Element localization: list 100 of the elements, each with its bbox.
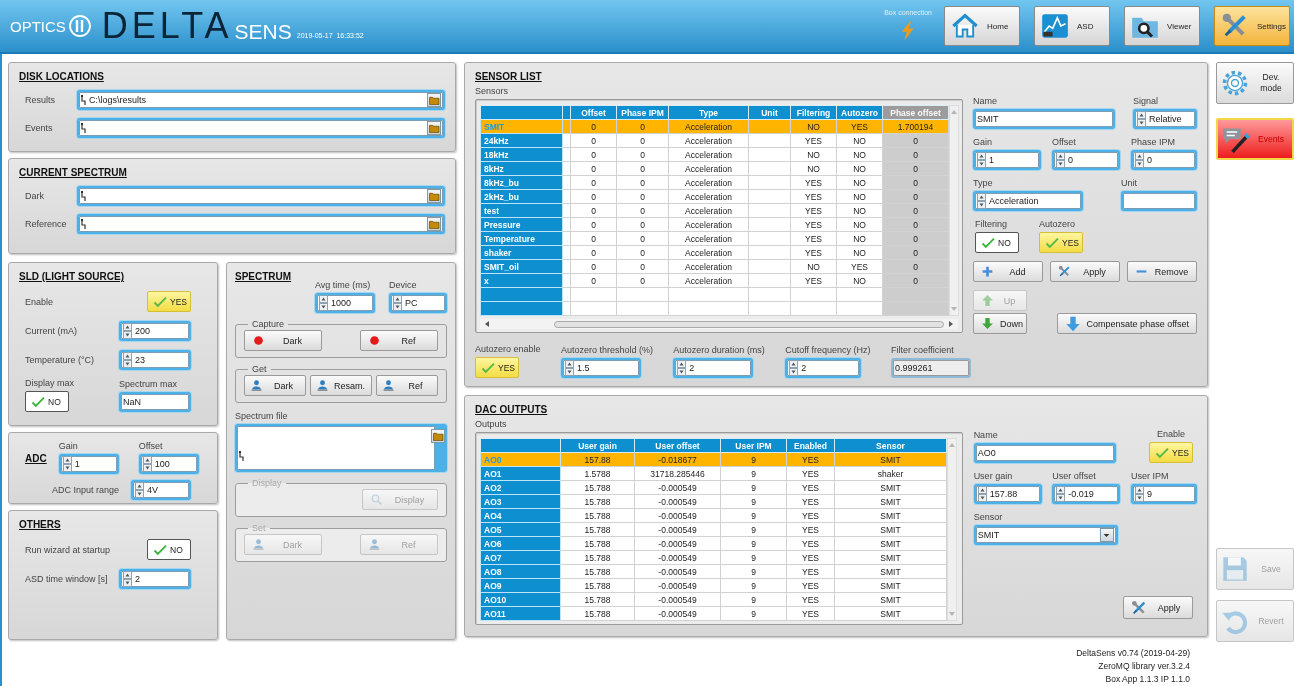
capture-button[interactable]: Dark — [244, 330, 322, 351]
table-row[interactable]: SMIT_oil 0 0 Acceleration NO YES 0 — [480, 259, 949, 274]
number-field[interactable]: 157.88 — [973, 484, 1042, 504]
number-field[interactable]: 1 — [58, 454, 119, 474]
number-field[interactable]: 2 — [119, 569, 191, 589]
spinner-buttons[interactable] — [123, 571, 132, 587]
dropdown-field[interactable]: SMIT — [973, 525, 1118, 545]
horizontal-scrollbar[interactable] — [480, 319, 958, 329]
get-button[interactable]: Ref — [376, 375, 438, 396]
settings-button[interactable]: Settings — [1214, 6, 1290, 46]
scroll-left-icon[interactable] — [484, 320, 490, 328]
number-field[interactable]: Relative — [1133, 109, 1197, 129]
number-field[interactable]: 4V — [131, 480, 191, 500]
table-row[interactable]: 2kHz_bu 0 0 Acceleration YES NO 0 — [480, 189, 949, 204]
number-field[interactable]: 0 — [1131, 150, 1197, 170]
apply-button[interactable]: Apply — [1123, 596, 1193, 619]
number-field[interactable]: -0.019 — [1052, 484, 1121, 504]
number-field[interactable]: 1000 — [315, 293, 375, 313]
text-field[interactable]: SMIT — [973, 109, 1115, 129]
table-row[interactable]: AO3 15.788 -0.000549 9 YES SMIT — [480, 494, 947, 509]
path-field[interactable] — [77, 214, 445, 234]
number-field[interactable]: Acceleration — [973, 191, 1083, 211]
number-field[interactable]: 23 — [119, 350, 191, 370]
down-button[interactable]: Down — [973, 313, 1027, 334]
apply-button[interactable]: Apply — [1050, 261, 1120, 282]
spinner-buttons[interactable] — [789, 360, 799, 376]
remove-button[interactable]: Remove — [1127, 261, 1197, 282]
table-row[interactable]: test 0 0 Acceleration YES NO 0 — [480, 203, 949, 218]
table-row[interactable]: Temperature 0 0 Acceleration YES NO 0 — [480, 231, 949, 246]
table-row[interactable]: AO5 15.788 -0.000549 9 YES SMIT — [480, 522, 947, 537]
table-row[interactable]: 8kHz 0 0 Acceleration NO NO 0 — [480, 161, 949, 176]
spinner-buttons[interactable] — [319, 295, 328, 311]
number-field[interactable]: 1 — [973, 150, 1041, 170]
spinner-buttons[interactable] — [123, 323, 132, 339]
toggle-button[interactable]: YES — [147, 291, 191, 312]
spinner-buttons[interactable] — [977, 152, 986, 168]
toggle-button[interactable]: NO — [975, 232, 1019, 253]
spinner-buttons[interactable] — [1056, 152, 1065, 168]
compensate-button[interactable]: Compensate phase offset — [1056, 313, 1197, 334]
number-field[interactable]: PC — [389, 293, 447, 313]
toggle-button[interactable]: YES — [1149, 442, 1193, 463]
spinner-buttons[interactable] — [977, 193, 986, 209]
table-row[interactable]: Pressure 0 0 Acceleration YES NO 0 — [480, 217, 949, 232]
table-row[interactable]: AO11 15.788 -0.000549 9 YES SMIT — [480, 606, 947, 621]
browse-button[interactable] — [431, 429, 445, 443]
spinner-buttons[interactable] — [135, 482, 144, 498]
text-field[interactable]: AO0 — [973, 443, 1116, 463]
asd-button[interactable]: ASD — [1034, 6, 1110, 46]
number-field[interactable]: 1.5 — [560, 358, 641, 378]
spinner-buttons[interactable] — [62, 456, 72, 472]
number-field[interactable]: 9 — [1131, 484, 1197, 504]
browse-button[interactable] — [427, 189, 441, 203]
spinner-buttons[interactable] — [393, 295, 402, 311]
spinner-buttons[interactable] — [1135, 486, 1144, 502]
spinner-buttons[interactable] — [1137, 111, 1146, 127]
table-row[interactable]: AO9 15.788 -0.000549 9 YES SMIT — [480, 578, 947, 593]
table-row[interactable]: 24kHz 0 0 Acceleration YES NO 0 — [480, 133, 949, 148]
spinner-buttons[interactable] — [1056, 486, 1066, 502]
spinner-buttons[interactable] — [977, 486, 987, 502]
table-row[interactable]: AO1 1.5788 31718.285446 9 YES shaker — [480, 466, 947, 481]
path-field[interactable] — [235, 424, 447, 472]
path-field[interactable] — [77, 186, 445, 206]
table-row[interactable]: AO7 15.788 -0.000549 9 YES SMIT — [480, 550, 947, 565]
spinner-buttons[interactable] — [1135, 152, 1144, 168]
browse-button[interactable] — [427, 217, 441, 231]
text-field[interactable]: NaN — [119, 392, 191, 412]
table-row[interactable]: shaker 0 0 Acceleration YES NO 0 — [480, 245, 949, 260]
spinner-buttons[interactable] — [142, 456, 152, 472]
toggle-button[interactable]: YES — [475, 357, 519, 378]
dev-mode-button[interactable]: Dev. mode — [1216, 62, 1294, 104]
number-field[interactable]: 100 — [138, 454, 199, 474]
table-row[interactable]: 8kHz_bu 0 0 Acceleration YES NO 0 — [480, 175, 949, 190]
spinner-buttons[interactable] — [677, 360, 687, 376]
capture-button[interactable]: Ref — [360, 330, 438, 351]
number-field[interactable]: 2 — [785, 358, 862, 378]
table-row[interactable]: AO6 15.788 -0.000549 9 YES SMIT — [480, 536, 947, 551]
table-row[interactable]: AO2 15.788 -0.000549 9 YES SMIT — [480, 480, 947, 495]
number-field[interactable]: 2 — [673, 358, 754, 378]
dropdown-button[interactable] — [1099, 528, 1114, 542]
toggle-button[interactable]: YES — [1039, 232, 1083, 253]
spinner-buttons[interactable] — [564, 360, 574, 376]
get-button[interactable]: Dark — [244, 375, 306, 396]
scroll-right-icon[interactable] — [948, 320, 954, 328]
table-row[interactable]: AO10 15.788 -0.000549 9 YES SMIT — [480, 592, 947, 607]
table-row[interactable]: x 0 0 Acceleration YES NO 0 — [480, 273, 949, 288]
number-field[interactable]: 0 — [1052, 150, 1120, 170]
home-button[interactable]: Home — [944, 6, 1020, 46]
table-row[interactable]: 18kHz 0 0 Acceleration NO NO 0 — [480, 147, 949, 162]
browse-button[interactable] — [427, 121, 441, 135]
toggle-button[interactable]: NO — [25, 391, 69, 412]
viewer-button[interactable]: Viewer — [1124, 6, 1200, 46]
number-field[interactable]: 200 — [119, 321, 191, 341]
spinner-buttons[interactable] — [123, 352, 132, 368]
add-button[interactable]: Add — [973, 261, 1043, 282]
table-row[interactable]: AO4 15.788 -0.000549 9 YES SMIT — [480, 508, 947, 523]
toggle-button[interactable]: NO — [147, 539, 191, 560]
path-field[interactable]: C:\logs\results — [77, 90, 445, 110]
path-field[interactable] — [77, 118, 445, 138]
get-button[interactable]: Resam. — [310, 375, 372, 396]
browse-button[interactable] — [427, 93, 441, 107]
